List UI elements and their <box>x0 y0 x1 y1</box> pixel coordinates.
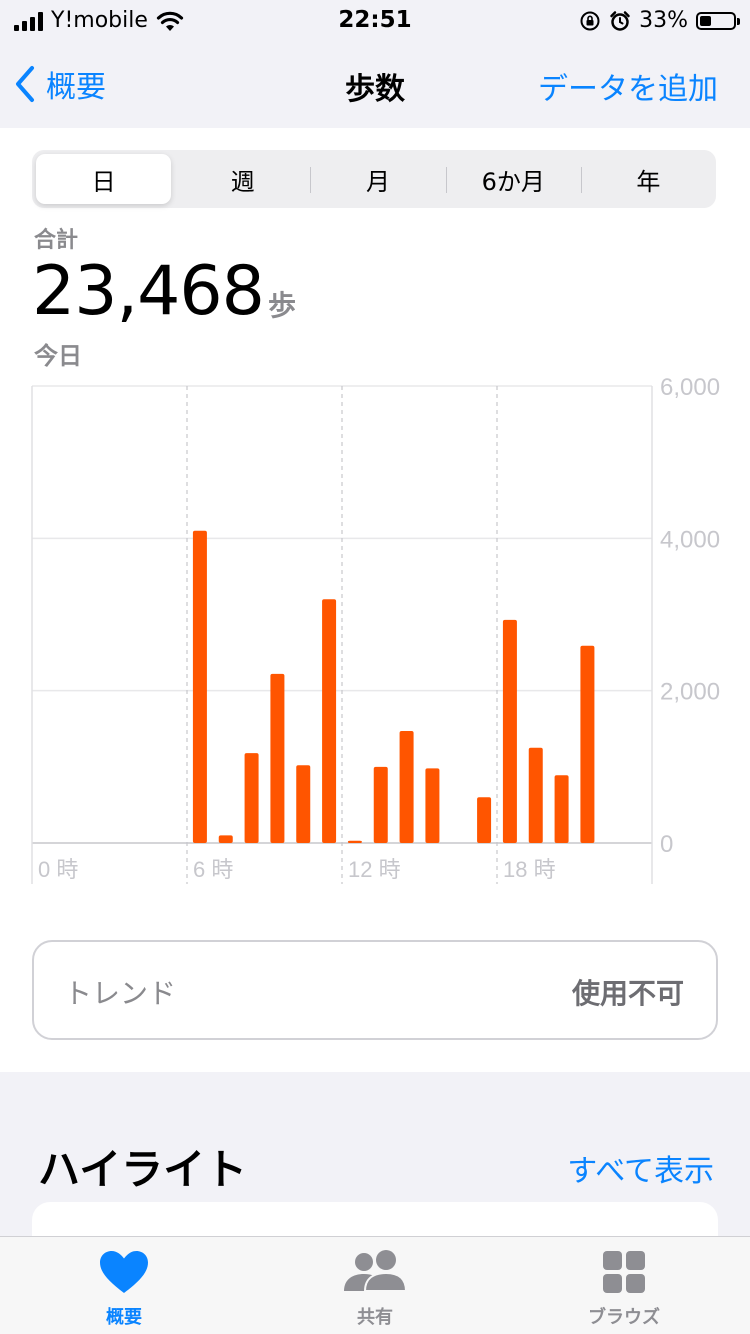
x-tick-label: 0 時 <box>38 857 78 882</box>
trend-label: トレンド <box>64 977 177 1010</box>
chart-bar-hour-14 <box>399 731 414 843</box>
y-tick-label: 0 <box>660 831 673 858</box>
chart-bar-hour-18 <box>502 619 517 843</box>
chart-bar-hour-8 <box>244 753 259 843</box>
chart-bar-hour-21 <box>580 645 595 843</box>
y-tick-label: 4,000 <box>660 526 720 553</box>
chart-bar-hour-9 <box>270 673 285 843</box>
alarm-icon <box>610 10 630 31</box>
chart-bar-hour-7 <box>218 835 233 843</box>
tab-summary-label: 概要 <box>106 1307 142 1328</box>
trend-status: 使用不可 <box>571 977 684 1010</box>
segment-day[interactable]: 日 <box>36 154 172 204</box>
tab-summary[interactable]: 概要 <box>44 1249 204 1329</box>
x-tick-label: 12 時 <box>348 857 401 882</box>
chart-bar-hour-15 <box>425 768 440 843</box>
battery-level <box>700 15 711 26</box>
trend-card[interactable]: トレンド 使用不可 <box>32 940 718 1040</box>
segment-6-months[interactable]: 6か月 <box>445 154 581 204</box>
y-tick-label: 6,000 <box>660 374 720 401</box>
chart-bar-hour-10 <box>296 765 311 843</box>
battery-icon <box>696 11 740 30</box>
screen: Y!mobile 22:51 33% 概要 歩数 データを追加 日 週 月 6か… <box>0 0 750 1334</box>
chart-bar-hour-11 <box>322 599 337 843</box>
chart-bar-hour-17 <box>477 797 492 843</box>
segment-week[interactable]: 週 <box>175 154 310 204</box>
tab-sharing[interactable]: 共有 <box>295 1249 455 1329</box>
tab-browse-label: ブラウズ <box>588 1307 660 1328</box>
chart-bar-hour-13 <box>373 766 388 843</box>
tab-browse[interactable]: ブラウズ <box>544 1249 704 1329</box>
grid-icon <box>603 1251 645 1293</box>
segment-year[interactable]: 年 <box>580 154 716 204</box>
period-segmented-control: 日 週 月 6か月 年 <box>32 150 716 208</box>
x-tick-label: 6 時 <box>193 857 233 882</box>
status-bar: Y!mobile 22:51 33% <box>0 0 750 40</box>
segment-month[interactable]: 月 <box>310 154 445 204</box>
chart-bar-hour-6 <box>192 530 207 843</box>
rotation-lock-icon <box>580 11 600 30</box>
battery-percent: 33% <box>639 8 688 33</box>
status-right: 33% <box>579 8 740 33</box>
y-tick-label: 2,000 <box>660 679 720 706</box>
chart-bar-hour-12 <box>347 840 362 843</box>
total-steps-value: 23,468 <box>32 252 265 331</box>
show-all-button[interactable]: すべて表示 <box>567 1146 714 1190</box>
chart-bar-hour-19 <box>528 747 543 843</box>
people-icon <box>344 1250 408 1292</box>
chart-bar-hour-20 <box>554 775 569 843</box>
tab-sharing-label: 共有 <box>357 1307 393 1328</box>
steps-bar-chart[interactable]: 6,000 4,000 2,000 0 0 時 6 時 12 時 18 時 <box>0 370 750 890</box>
steps-unit: 歩 <box>268 289 297 322</box>
heart-icon <box>100 1251 148 1293</box>
total-label: 合計 <box>34 228 79 253</box>
tab-bar: 概要 共有 ブラウズ <box>0 1236 750 1334</box>
highlights-title: ハイライト <box>38 1145 248 1194</box>
add-data-button[interactable]: データを追加 <box>538 64 718 108</box>
x-tick-label: 18 時 <box>503 857 556 882</box>
nav-bar: 概要 歩数 データを追加 <box>0 40 750 128</box>
date-label: 今日 <box>34 342 82 370</box>
